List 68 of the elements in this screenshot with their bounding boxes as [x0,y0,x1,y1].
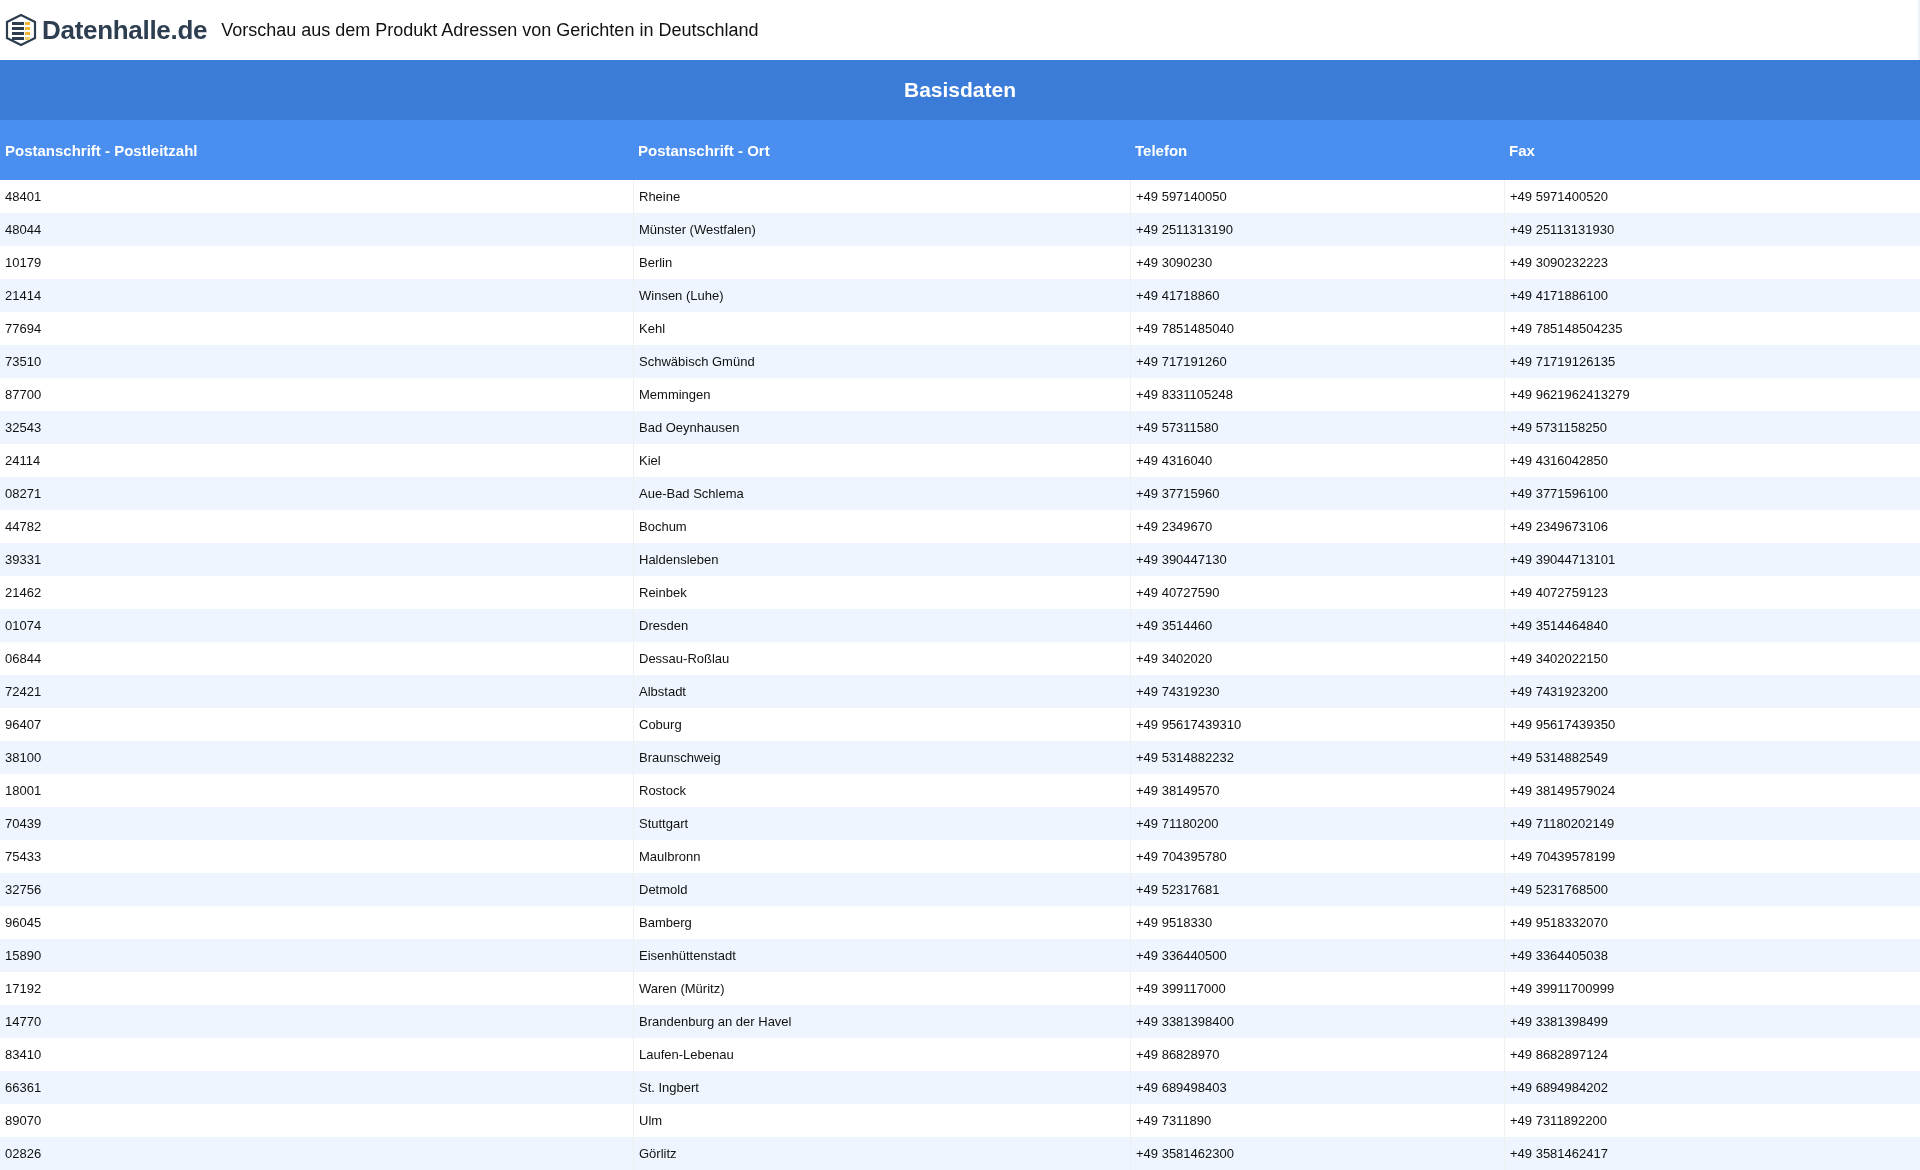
table-cell: +49 336440500 [1130,939,1504,972]
table-cell: +49 3514460 [1130,609,1504,642]
table-cell: +49 41718860 [1130,279,1504,312]
table-cell: +49 689498403 [1130,1071,1504,1104]
column-header: Postanschrift - Postleitzahl [0,120,633,180]
table-cell: +49 3771596100 [1504,477,1920,510]
column-header: Telefon [1130,120,1504,180]
table-cell: 70439 [0,807,633,840]
table-cell: +49 5731158250 [1504,411,1920,444]
table-cell: 38100 [0,741,633,774]
table-cell: Aue-Bad Schlema [633,477,1130,510]
table-cell: +49 71180202149 [1504,807,1920,840]
table-cell: +49 7431923200 [1504,675,1920,708]
table-cell: +49 3581462417 [1504,1137,1920,1170]
table-cell: +49 5231768500 [1504,873,1920,906]
table-cell: 73510 [0,345,633,378]
column-header: Fax [1504,120,1920,180]
table-cell: +49 39044713101 [1504,543,1920,576]
table-cell: +49 37715960 [1130,477,1504,510]
table-cell: +49 390447130 [1130,543,1504,576]
logo-text[interactable]: Datenhalle.de [42,14,208,46]
table-cell: 72421 [0,675,633,708]
table-cell: +49 25113131930 [1504,213,1920,246]
table-cell: 32543 [0,411,633,444]
table-cell: +49 57311580 [1130,411,1504,444]
table-cell: 15890 [0,939,633,972]
table-cell: Schwäbisch Gmünd [633,345,1130,378]
group-header: Basisdaten [0,60,1920,120]
table-cell: Stuttgart [633,807,1130,840]
table-cell: Winsen (Luhe) [633,279,1130,312]
table-cell: +49 3381398400 [1130,1005,1504,1038]
table-cell: +49 717191260 [1130,345,1504,378]
table-cell: +49 3364405038 [1504,939,1920,972]
table-cell: 02826 [0,1137,633,1170]
table-cell: Bad Oeynhausen [633,411,1130,444]
logo-icon [4,13,38,47]
table-cell: 39331 [0,543,633,576]
table-cell: +49 2511313190 [1130,213,1504,246]
table-cell: Dresden [633,609,1130,642]
table-cell: +49 3581462300 [1130,1137,1504,1170]
table-cell: 14770 [0,1005,633,1038]
table-cell: +49 5314882549 [1504,741,1920,774]
table-cell: Haldensleben [633,543,1130,576]
table-cell: 32756 [0,873,633,906]
page-title: Vorschau aus dem Produkt Adressen von Gerichten in Deutschland [221,19,759,41]
column-header: Postanschrift - Ort [633,120,1130,180]
table-cell: Görlitz [633,1137,1130,1170]
table-cell: +49 3514464840 [1504,609,1920,642]
table-cell: Münster (Westfalen) [633,213,1130,246]
table-cell: +49 71180200 [1130,807,1504,840]
table-cell: 21414 [0,279,633,312]
table-cell: +49 4171886100 [1504,279,1920,312]
table-cell: Eisenhüttenstadt [633,939,1130,972]
table-cell: St. Ingbert [633,1071,1130,1104]
table-cell: 01074 [0,609,633,642]
table-cell: 66361 [0,1071,633,1104]
table-cell: Braunschweig [633,741,1130,774]
table-cell: +49 74319230 [1130,675,1504,708]
table-cell: +49 71719126135 [1504,345,1920,378]
table-cell: +49 3381398499 [1504,1005,1920,1038]
table-cell: 08271 [0,477,633,510]
table-cell: Brandenburg an der Havel [633,1005,1130,1038]
table-cell: Detmold [633,873,1130,906]
table-cell: +49 5314882232 [1130,741,1504,774]
table-cell: +49 52317681 [1130,873,1504,906]
table-cell: 48044 [0,213,633,246]
table-cell: +49 6894984202 [1504,1071,1920,1104]
table-cell: Albstadt [633,675,1130,708]
